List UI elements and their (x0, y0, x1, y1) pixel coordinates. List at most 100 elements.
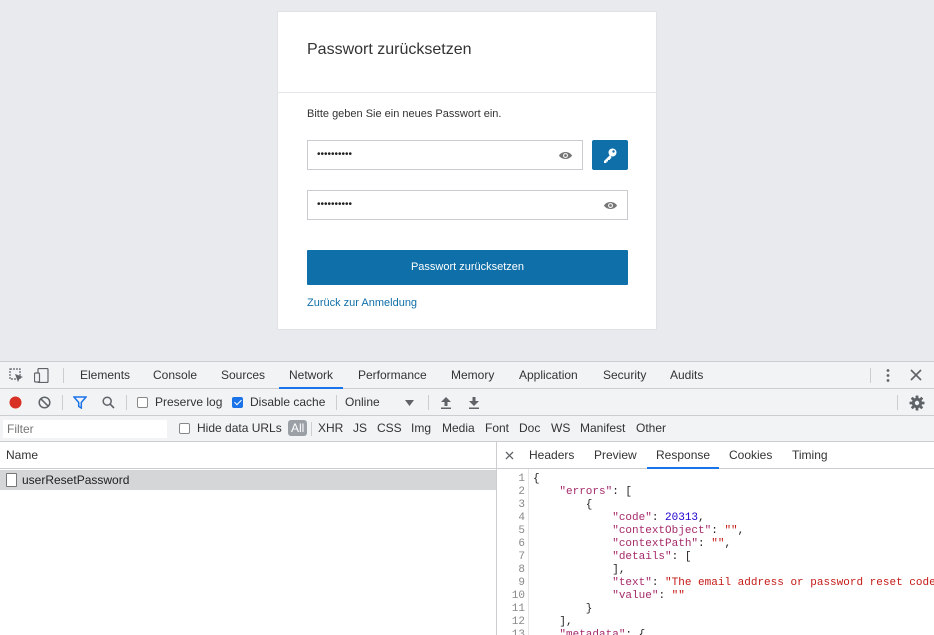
filter-type-manifest[interactable]: Manifest (580, 421, 625, 435)
record-icon[interactable] (9, 396, 22, 409)
tab-audits[interactable]: Audits (670, 362, 703, 389)
throttling-select[interactable]: Online (345, 395, 380, 409)
tab-console[interactable]: Console (153, 362, 197, 389)
device-toolbar-icon[interactable] (34, 368, 50, 383)
tab-memory[interactable]: Memory (451, 362, 494, 389)
request-list: Name userResetPassword (0, 442, 496, 635)
eye-icon[interactable] (603, 200, 618, 211)
line-number: 4 (518, 512, 525, 524)
detail-tabbar: Headers Preview Response Cookies Timing (497, 442, 934, 469)
line-number: 1 (518, 473, 525, 485)
line-content: ], (533, 616, 573, 628)
filter-type-img[interactable]: Img (411, 421, 431, 435)
tab-cookies[interactable]: Cookies (729, 442, 772, 469)
filter-type-ws[interactable]: WS (551, 421, 570, 435)
card-title: Passwort zurücksetzen (307, 41, 472, 58)
line-content: ], (533, 564, 626, 576)
devtools-panel: Elements Console Sources Network Perform… (0, 361, 934, 635)
request-detail-pane: Headers Preview Response Cookies Timing … (497, 442, 934, 635)
devtools-tabbar: Elements Console Sources Network Perform… (0, 362, 934, 389)
export-har-icon[interactable] (468, 396, 480, 409)
disable-cache-label: Disable cache (250, 395, 326, 409)
filter-input[interactable] (3, 420, 167, 438)
reset-password-button[interactable]: Passwort zurücksetzen (307, 250, 628, 285)
line-content: "contextPath": "", (612, 538, 732, 550)
line-number: 10 (511, 590, 525, 602)
line-content: } (533, 603, 593, 615)
tab-application[interactable]: Application (519, 362, 578, 389)
network-toolbar: Preserve log Disable cache Online (0, 389, 934, 416)
filter-type-js[interactable]: JS (353, 421, 367, 435)
line-content: "code": 20313, (612, 512, 705, 524)
tab-performance[interactable]: Performance (358, 362, 427, 389)
line-content: { (533, 499, 593, 511)
disable-cache-checkbox[interactable] (232, 397, 243, 408)
new-password-value: •••••••••• (317, 149, 353, 160)
key-icon (604, 148, 617, 163)
tab-headers[interactable]: Headers (529, 442, 574, 469)
line-number: 7 (518, 551, 525, 563)
line-content: "contextObject": "", (612, 525, 745, 537)
tab-security[interactable]: Security (603, 362, 646, 389)
close-icon[interactable] (910, 369, 922, 381)
preserve-log-label: Preserve log (155, 395, 223, 409)
filter-type-all[interactable]: All (288, 420, 308, 436)
tab-preview[interactable]: Preview (594, 442, 637, 469)
reset-password-card: Passwort zurücksetzen Bitte geben Sie ei… (277, 11, 657, 330)
inspect-element-icon[interactable] (9, 368, 24, 383)
filter-type-media[interactable]: Media (442, 421, 475, 435)
search-icon[interactable] (102, 396, 115, 409)
divider (62, 395, 63, 410)
tab-elements[interactable]: Elements (80, 362, 130, 389)
new-password-field[interactable]: •••••••••• (307, 140, 583, 170)
code-gutter (528, 469, 529, 635)
line-number: 9 (518, 577, 525, 589)
tab-network[interactable]: Network (279, 362, 344, 389)
filter-type-xhr[interactable]: XHR (318, 421, 343, 435)
gear-icon[interactable] (909, 395, 925, 411)
filter-type-css[interactable]: CSS (377, 421, 402, 435)
response-body[interactable]: 1 {2 "errors": [3 {4 "code": 20313, 5 "con… (497, 470, 934, 635)
page-viewport: Passwort zurücksetzen Bitte geben Sie ei… (0, 0, 934, 361)
tab-timing[interactable]: Timing (792, 442, 828, 469)
more-options-icon[interactable] (884, 368, 892, 383)
filter-type-doc[interactable]: Doc (519, 421, 540, 435)
close-icon[interactable] (505, 451, 514, 460)
generate-password-button[interactable] (592, 140, 628, 170)
network-filter-bar: Hide data URLs All XHR JS CSS Img Media … (0, 416, 934, 442)
back-to-login-link[interactable]: Zurück zur Anmeldung (307, 297, 417, 309)
filter-type-other[interactable]: Other (636, 421, 666, 435)
divider (63, 368, 64, 383)
line-number: 3 (518, 499, 525, 511)
divider (428, 395, 429, 410)
divider (336, 395, 337, 410)
column-header-label: Name (6, 448, 39, 462)
line-number: 13 (511, 629, 525, 635)
clear-icon[interactable] (38, 396, 51, 409)
preserve-log-checkbox[interactable] (137, 397, 148, 408)
hide-data-urls-label: Hide data URLs (197, 421, 282, 435)
divider (870, 368, 871, 383)
divider (897, 395, 898, 410)
eye-icon[interactable] (558, 150, 573, 161)
line-number: 8 (518, 564, 525, 576)
request-row[interactable]: userResetPassword (0, 470, 496, 490)
document-icon (6, 473, 17, 487)
hide-data-urls-checkbox[interactable] (179, 423, 190, 434)
column-header-name[interactable]: Name (0, 442, 496, 469)
import-har-icon[interactable] (440, 396, 452, 409)
divider (126, 395, 127, 410)
confirm-password-value: •••••••••• (317, 199, 353, 210)
line-number: 2 (518, 486, 525, 498)
confirm-password-field[interactable]: •••••••••• (307, 190, 628, 220)
line-number: 5 (518, 525, 525, 537)
tab-sources[interactable]: Sources (221, 362, 265, 389)
filter-type-font[interactable]: Font (485, 421, 509, 435)
line-content: { (533, 473, 540, 485)
chevron-down-icon[interactable] (405, 400, 414, 406)
line-content: "value": "" (612, 590, 685, 602)
filter-icon[interactable] (73, 396, 87, 409)
instruction-text: Bitte geben Sie ein neues Passwort ein. (307, 108, 502, 120)
tab-response[interactable]: Response (647, 442, 720, 469)
line-number: 11 (511, 603, 525, 615)
